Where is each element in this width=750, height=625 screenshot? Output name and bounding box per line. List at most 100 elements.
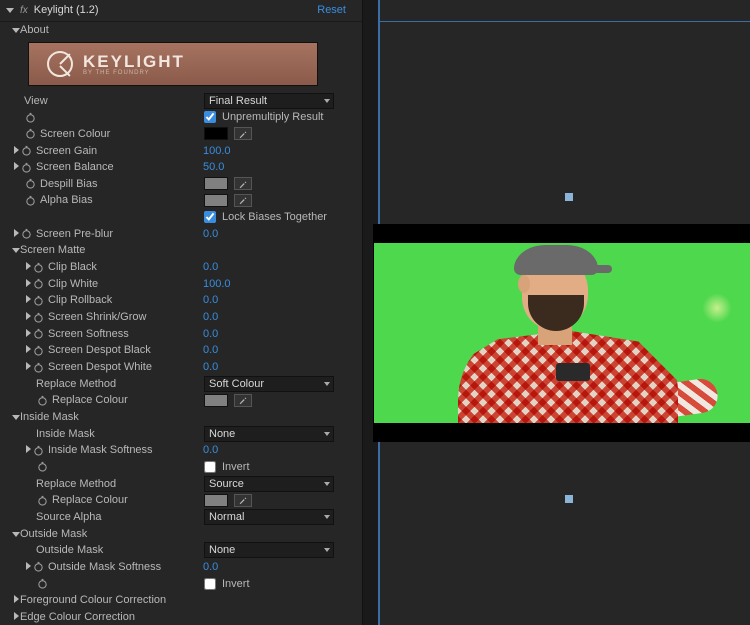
inside-mask-softness-row: Inside Mask Softness 0.0: [0, 442, 362, 459]
screen-preblur-row: Screen Pre-blur 0.0: [0, 225, 362, 242]
lock-biases-row: Lock Biases Together: [0, 209, 362, 226]
lock-biases-checkbox[interactable]: [204, 211, 216, 223]
clip-rollback-label: Clip Rollback: [48, 294, 112, 306]
transform-handle[interactable]: [565, 495, 573, 503]
outside-mask-select[interactable]: None: [204, 542, 334, 558]
source-alpha-label: Source Alpha: [36, 511, 101, 523]
stopwatch-icon[interactable]: [32, 261, 44, 273]
outside-mask-invert-checkbox[interactable]: [204, 578, 216, 590]
expand-toggle[interactable]: [24, 294, 32, 306]
screen-matte-toggle[interactable]: [12, 244, 20, 256]
preview-canvas[interactable]: [374, 225, 750, 441]
inside-mask-invert-checkbox[interactable]: [204, 461, 216, 473]
stopwatch-icon[interactable]: [24, 194, 36, 206]
inside-mask-softness-value[interactable]: 0.0: [203, 444, 218, 456]
clip-black-value[interactable]: 0.0: [203, 261, 218, 273]
stopwatch-icon[interactable]: [24, 128, 36, 140]
stopwatch-icon[interactable]: [36, 394, 48, 406]
effect-title[interactable]: Keylight (1.2): [34, 4, 311, 16]
composition-viewer[interactable]: [380, 0, 750, 625]
stopwatch-icon[interactable]: [20, 228, 32, 240]
stopwatch-icon[interactable]: [36, 494, 48, 506]
despill-bias-swatch[interactable]: [204, 177, 228, 190]
eyedropper-icon[interactable]: [234, 494, 252, 507]
screen-matte-label: Screen Matte: [20, 244, 85, 256]
inside-mask-section-label: Inside Mask: [20, 411, 79, 423]
stopwatch-icon[interactable]: [32, 561, 44, 573]
outside-mask-toggle[interactable]: [12, 528, 20, 540]
sm-softness-value[interactable]: 0.0: [203, 328, 218, 340]
expand-toggle[interactable]: [24, 561, 32, 573]
stopwatch-icon[interactable]: [24, 111, 36, 123]
keylight-logo-icon: [47, 51, 73, 77]
about-row: About: [0, 22, 362, 39]
despot-black-value[interactable]: 0.0: [203, 344, 218, 356]
stopwatch-icon[interactable]: [24, 178, 36, 190]
inside-mask-label: Inside Mask: [36, 428, 95, 440]
expand-toggle[interactable]: [24, 311, 32, 323]
expand-toggle[interactable]: [24, 344, 32, 356]
stopwatch-icon[interactable]: [32, 278, 44, 290]
stopwatch-icon[interactable]: [32, 361, 44, 373]
alpha-bias-swatch[interactable]: [204, 194, 228, 207]
stopwatch-icon[interactable]: [32, 344, 44, 356]
foreground-cc-toggle[interactable]: [12, 594, 20, 606]
expand-toggle[interactable]: [12, 161, 20, 173]
outside-mask-softness-value[interactable]: 0.0: [203, 561, 218, 573]
im-replace-colour-swatch[interactable]: [204, 494, 228, 507]
clip-rollback-value[interactable]: 0.0: [203, 294, 218, 306]
eyedropper-icon[interactable]: [234, 177, 252, 190]
stopwatch-icon[interactable]: [20, 161, 32, 173]
expand-toggle[interactable]: [24, 361, 32, 373]
view-select[interactable]: Final Result: [204, 93, 334, 109]
despot-white-value[interactable]: 0.0: [203, 361, 218, 373]
expand-toggle[interactable]: [12, 228, 20, 240]
despot-white-label: Screen Despot White: [48, 361, 152, 373]
eyedropper-icon[interactable]: [234, 194, 252, 207]
screen-colour-swatch[interactable]: [204, 127, 228, 140]
eyedropper-icon[interactable]: [234, 127, 252, 140]
screen-preblur-label: Screen Pre-blur: [36, 228, 113, 240]
about-logo-area: KEYLIGHT BY THE FOUNDRY: [0, 38, 362, 92]
reset-link[interactable]: Reset: [317, 4, 346, 16]
shrink-grow-row: Screen Shrink/Grow 0.0: [0, 309, 362, 326]
sm-replace-method-row: Replace Method Soft Colour: [0, 375, 362, 392]
stopwatch-icon[interactable]: [20, 145, 32, 157]
im-replace-method-label: Replace Method: [36, 478, 116, 490]
clip-black-label: Clip Black: [48, 261, 97, 273]
about-toggle[interactable]: [12, 24, 20, 36]
stopwatch-icon[interactable]: [36, 461, 48, 473]
collapse-effect-toggle[interactable]: [6, 4, 14, 16]
expand-toggle[interactable]: [24, 328, 32, 340]
outside-mask-softness-row: Outside Mask Softness 0.0: [0, 559, 362, 576]
inside-mask-select[interactable]: None: [204, 426, 334, 442]
sm-replace-method-select[interactable]: Soft Colour: [204, 376, 334, 392]
expand-toggle[interactable]: [12, 145, 20, 157]
stopwatch-icon[interactable]: [36, 578, 48, 590]
stopwatch-icon[interactable]: [32, 328, 44, 340]
screen-balance-value[interactable]: 50.0: [203, 161, 224, 173]
shrink-grow-value[interactable]: 0.0: [203, 311, 218, 323]
sm-replace-colour-swatch[interactable]: [204, 394, 228, 407]
im-replace-method-select[interactable]: Source: [204, 476, 334, 492]
expand-toggle[interactable]: [24, 444, 32, 456]
stopwatch-icon[interactable]: [32, 444, 44, 456]
unpremultiply-checkbox[interactable]: [204, 111, 216, 123]
expand-toggle[interactable]: [24, 261, 32, 273]
screen-gain-label: Screen Gain: [36, 145, 97, 157]
stopwatch-icon[interactable]: [32, 311, 44, 323]
eyedropper-icon[interactable]: [234, 394, 252, 407]
source-alpha-select[interactable]: Normal: [204, 509, 334, 525]
outside-mask-label: Outside Mask: [36, 544, 103, 556]
screen-gain-value[interactable]: 100.0: [203, 145, 231, 157]
screen-preblur-value[interactable]: 0.0: [203, 228, 218, 240]
expand-toggle[interactable]: [24, 278, 32, 290]
clip-white-value[interactable]: 100.0: [203, 278, 231, 290]
screen-balance-row: Screen Balance 50.0: [0, 159, 362, 176]
view-row: View Final Result: [0, 92, 362, 109]
transform-handle[interactable]: [565, 193, 573, 201]
edge-cc-toggle[interactable]: [12, 611, 20, 623]
stopwatch-icon[interactable]: [32, 294, 44, 306]
inside-mask-toggle[interactable]: [12, 411, 20, 423]
logo-brand: KEYLIGHT: [83, 53, 185, 70]
